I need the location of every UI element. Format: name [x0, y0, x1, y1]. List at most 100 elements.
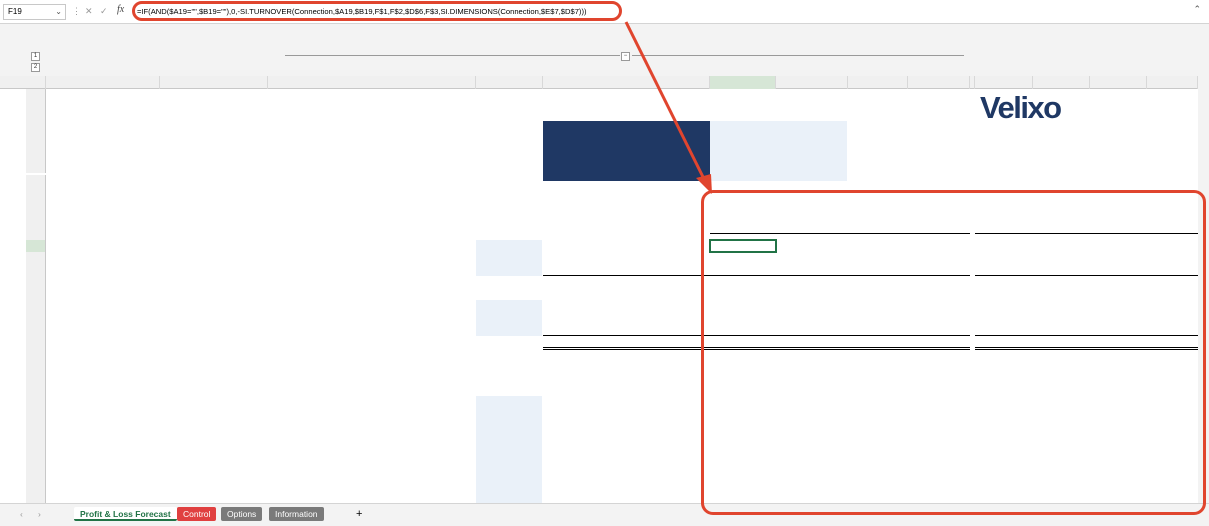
more-options-icon[interactable]: ⋮: [72, 4, 81, 18]
select-all-corner[interactable]: [26, 76, 46, 89]
chevron-up-icon[interactable]: ⌃: [1193, 4, 1201, 15]
column-header-f[interactable]: [710, 76, 776, 89]
column-header-a[interactable]: [46, 76, 160, 89]
column-group-bracket: [285, 55, 620, 56]
line-item-label: [545, 288, 712, 300]
account-code-range-cell[interactable]: [476, 468, 542, 480]
row-header-10[interactable]: [26, 161, 46, 173]
account-category-cell: [272, 264, 476, 276]
param-value[interactable]: [710, 133, 847, 145]
account-category-cell: [272, 396, 476, 408]
row-header-5[interactable]: [26, 101, 46, 113]
chevron-down-icon[interactable]: ⌄: [55, 5, 62, 19]
account-code-range-cell[interactable]: [476, 240, 542, 252]
row-header-14[interactable]: [26, 228, 46, 240]
tab-scroll-left-icon[interactable]: ‹: [14, 507, 29, 521]
account-code-validation: [160, 432, 268, 444]
row-header-83[interactable]: [26, 492, 46, 503]
param-value[interactable]: [710, 157, 847, 169]
column-header-g[interactable]: [776, 76, 848, 89]
row-header-12[interactable]: [26, 175, 46, 187]
row-header-19[interactable]: [26, 240, 46, 252]
account-code-range-cell[interactable]: [476, 444, 542, 456]
row-header-4[interactable]: [26, 89, 46, 101]
account-code-validation: [160, 396, 268, 408]
account-code-range-cell[interactable]: [476, 324, 542, 336]
row-header-81[interactable]: [26, 480, 46, 492]
param-value[interactable]: [710, 169, 847, 181]
row-header-76[interactable]: [26, 468, 46, 480]
row-header-9[interactable]: [26, 149, 46, 161]
account-category-cell: [272, 300, 476, 312]
column-header-e[interactable]: [543, 76, 710, 89]
row-header-8[interactable]: [26, 137, 46, 149]
cancel-icon[interactable]: ✕: [85, 4, 93, 18]
row-header-7[interactable]: [26, 125, 46, 137]
column-header-k[interactable]: [975, 76, 1033, 89]
add-sheet-button[interactable]: +: [350, 507, 368, 521]
row-header-61[interactable]: [26, 396, 46, 408]
account-code-validation: [160, 468, 268, 480]
param-label: [543, 133, 710, 145]
column-header-l[interactable]: [1033, 76, 1090, 89]
row-header-24[interactable]: [26, 264, 46, 276]
column-header-d[interactable]: [476, 76, 543, 89]
column-header-m[interactable]: [1090, 76, 1147, 89]
account-code-validation: [160, 252, 268, 264]
row-header-59[interactable]: [26, 372, 46, 384]
col-outline-level-1[interactable]: 1: [31, 52, 40, 61]
row-header-33[interactable]: [26, 288, 46, 300]
sheet-tab-information[interactable]: Information: [269, 507, 324, 521]
param-value[interactable]: [710, 145, 847, 157]
row-header-56[interactable]: [26, 336, 46, 348]
column-header-n[interactable]: [1147, 76, 1198, 89]
col-outline-level-2[interactable]: 2: [31, 63, 40, 72]
account-code-range-cell[interactable]: [476, 312, 542, 324]
row-header-64[interactable]: [26, 408, 46, 420]
row-header-65[interactable]: [26, 420, 46, 432]
line-item-label: [558, 444, 712, 456]
column-header-i[interactable]: [908, 76, 970, 89]
row-header-57[interactable]: [26, 348, 46, 360]
account-code-range-cell[interactable]: [476, 432, 542, 444]
account-code-validation: [160, 420, 268, 432]
row-header-42[interactable]: [26, 324, 46, 336]
name-box[interactable]: F19 ⌄: [3, 4, 66, 20]
column-header-b[interactable]: [160, 76, 268, 89]
account-code-range-cell[interactable]: [476, 408, 542, 420]
row-header-71[interactable]: [26, 456, 46, 468]
account-category-cell: [272, 312, 476, 324]
account-code-range-cell[interactable]: [476, 480, 542, 492]
account-code-range-cell[interactable]: [476, 420, 542, 432]
account-code-range-cell[interactable]: [476, 300, 542, 312]
sheet-tab-profit-loss-forecast[interactable]: Profit & Loss Forecast: [74, 507, 177, 521]
row-header-67[interactable]: [26, 444, 46, 456]
row-header-6[interactable]: [26, 113, 46, 125]
sheet-tab-control[interactable]: Control: [177, 507, 217, 521]
enter-icon[interactable]: ✓: [100, 4, 108, 18]
param-value[interactable]: [710, 121, 847, 133]
column-header-c[interactable]: [268, 76, 476, 89]
account-code-range-cell[interactable]: [476, 492, 542, 503]
row-header-66[interactable]: [26, 432, 46, 444]
param-label: [543, 145, 710, 157]
account-code-validation: [160, 240, 268, 252]
column-header-h[interactable]: [848, 76, 908, 89]
row-header-13[interactable]: [26, 187, 46, 228]
account-code-range-cell[interactable]: [476, 456, 542, 468]
account-code-range-cell[interactable]: [476, 252, 542, 264]
row-header-58[interactable]: [26, 360, 46, 372]
row-header-32[interactable]: [26, 276, 46, 288]
row-header-39[interactable]: [26, 312, 46, 324]
account-code-range-cell[interactable]: [476, 264, 542, 276]
tab-scroll-right-icon[interactable]: ›: [32, 507, 47, 521]
row-header-35[interactable]: [26, 300, 46, 312]
insert-function-icon[interactable]: fx: [117, 4, 124, 15]
param-label: [543, 169, 710, 181]
line-item-label: [558, 492, 712, 503]
collapse-group-button[interactable]: −: [621, 52, 630, 61]
sheet-tab-options[interactable]: Options: [221, 507, 263, 521]
account-code-range-cell[interactable]: [476, 396, 542, 408]
row-header-60[interactable]: [26, 384, 46, 396]
row-header-22[interactable]: [26, 252, 46, 264]
